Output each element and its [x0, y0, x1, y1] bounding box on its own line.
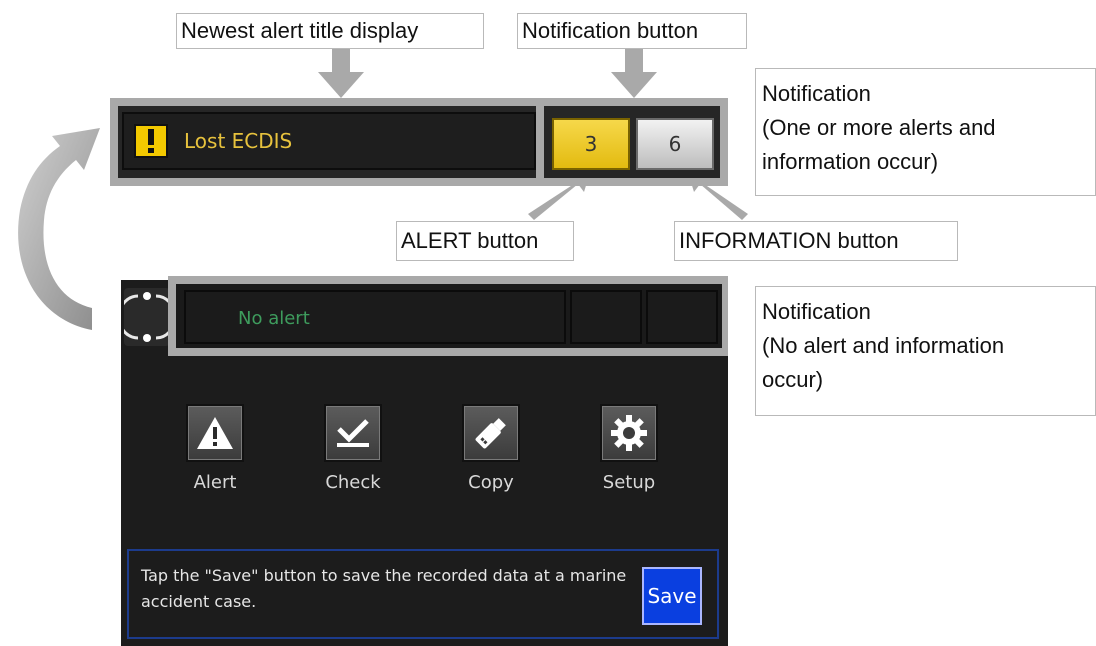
save-button[interactable]: Save [642, 567, 702, 625]
menu-setup[interactable]: Setup [574, 404, 684, 493]
status-info-cell[interactable] [646, 290, 718, 344]
info-count: 6 [668, 132, 682, 156]
alert-count: 3 [584, 132, 598, 156]
menu-check[interactable]: Check [298, 404, 408, 493]
status-indicator[interactable] [117, 288, 177, 346]
alert-title-text: Lost ECDIS [184, 129, 293, 153]
notification-divider [536, 106, 544, 178]
information-button[interactable]: 6 [636, 118, 714, 170]
status-ring-icon [117, 292, 177, 342]
status-bar: No alert [176, 284, 722, 348]
warning-icon [134, 124, 168, 158]
status-text: No alert [238, 308, 310, 329]
alert-button[interactable]: 3 [552, 118, 630, 170]
gear-icon [600, 404, 658, 462]
save-instruction-text: Tap the "Save" button to save the record… [141, 566, 627, 611]
usb-memory-icon [462, 404, 520, 462]
save-message-box: Tap the "Save" button to save the record… [127, 549, 719, 639]
menu-copy[interactable]: Copy [436, 404, 546, 493]
status-title-cell[interactable]: No alert [184, 290, 566, 344]
top-notification-bar: Lost ECDIS 3 6 [118, 106, 720, 178]
newest-alert-title-display[interactable]: Lost ECDIS [122, 112, 536, 170]
menu-alert[interactable]: Alert [160, 404, 270, 493]
checkmark-icon [324, 404, 382, 462]
status-alert-cell[interactable] [570, 290, 642, 344]
warning-triangle-icon [186, 404, 244, 462]
